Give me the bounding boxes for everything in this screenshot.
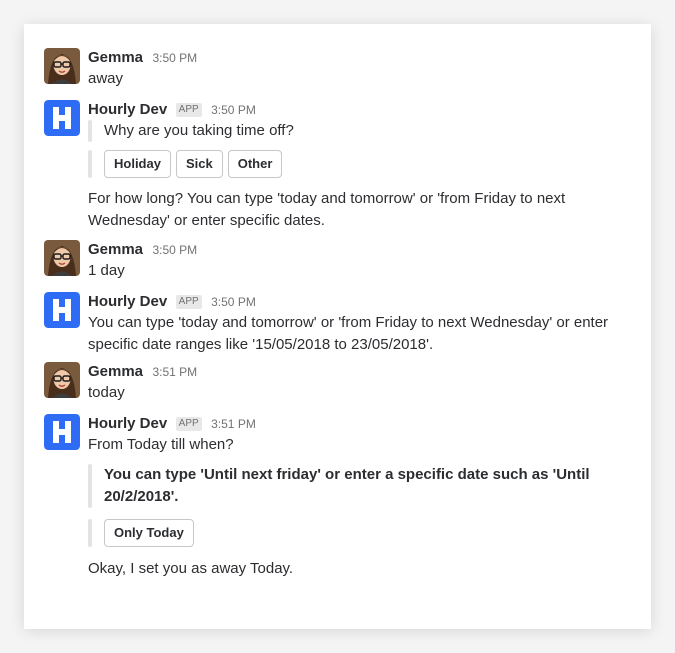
attachment: Why are you taking time off? [88,120,624,142]
author-name[interactable]: Gemma [88,241,143,258]
message-text: You can type 'today and tomorrow' or 'fr… [88,314,609,353]
message-hourly-2: Hourly Dev APP 3:50 PM You can type 'tod… [44,292,624,358]
message-text: 1 day [88,262,125,279]
app-badge: APP [175,295,202,309]
hourly-avatar[interactable] [44,292,80,328]
only-today-button[interactable]: Only Today [104,519,194,547]
author-name[interactable]: Hourly Dev [88,415,167,432]
message-text: away [88,70,124,87]
timestamp[interactable]: 3:50 PM [211,103,256,117]
timestamp[interactable]: 3:51 PM [211,417,256,431]
message-gemma-2: Gemma 3:50 PM 1 day [44,240,624,284]
message-gemma-1: Gemma 3:50 PM away [44,48,624,92]
timestamp[interactable]: 3:50 PM [152,243,197,257]
attachment: You can type 'Until next friday' or ente… [88,464,624,508]
timestamp[interactable]: 3:50 PM [211,295,256,309]
gemma-avatar[interactable] [44,240,80,276]
gemma-avatar[interactable] [44,362,80,398]
button-row: Holiday Sick Other [88,150,624,178]
holiday-button[interactable]: Holiday [104,150,171,178]
message-text: From Today till when? [88,436,234,453]
sick-button[interactable]: Sick [175,150,223,178]
gemma-avatar[interactable] [44,48,80,84]
message-hourly-3: Hourly Dev APP 3:51 PM From Today till w… [44,414,624,584]
timestamp[interactable]: 3:50 PM [152,51,197,65]
followup-text: For how long? You can type 'today and to… [88,190,566,229]
author-name[interactable]: Gemma [88,363,143,380]
hourly-h-logo-icon [44,100,80,136]
button-row: Only Today [88,519,624,547]
author-name[interactable]: Hourly Dev [88,101,167,118]
hourly-avatar[interactable] [44,100,80,136]
app-badge: APP [175,103,202,117]
chat-panel: Gemma 3:50 PM away Hourly Dev APP 3:50 P… [24,24,651,629]
author-name[interactable]: Gemma [88,49,143,66]
hourly-h-logo-icon [44,292,80,328]
followup-text: Okay, I set you as away Today. [88,560,294,577]
message-text: today [88,384,125,401]
message-gemma-3: Gemma 3:51 PM today [44,362,624,406]
author-name[interactable]: Hourly Dev [88,293,167,310]
message-hourly-1: Hourly Dev APP 3:50 PM Why are you takin… [44,100,624,232]
hourly-h-logo-icon [44,414,80,450]
other-button[interactable]: Other [227,150,283,178]
hourly-avatar[interactable] [44,414,80,450]
attachment-text: Why are you taking time off? [104,122,294,139]
app-badge: APP [175,417,202,431]
attachment-text: You can type 'Until next friday' or ente… [104,466,590,505]
timestamp[interactable]: 3:51 PM [152,365,197,379]
